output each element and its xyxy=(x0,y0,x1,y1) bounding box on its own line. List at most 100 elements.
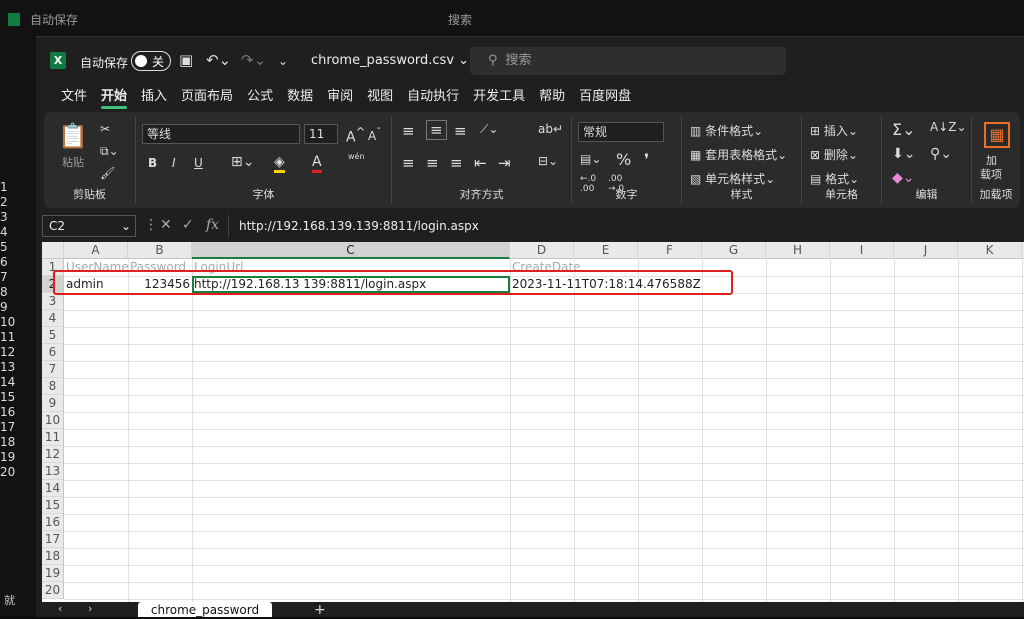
tab-1[interactable]: 开始 xyxy=(94,85,134,109)
undo-icon[interactable]: ↶⌄ xyxy=(206,51,231,69)
tab-11[interactable]: 百度网盘 xyxy=(572,85,638,109)
increase-indent-icon[interactable]: ⇥ xyxy=(498,154,511,172)
cell-styles-button[interactable]: ▧ 单元格样式⌄ xyxy=(690,170,775,187)
row-header-12[interactable]: 12 xyxy=(42,446,63,463)
wrap-text-icon[interactable]: ab↵ xyxy=(538,122,563,136)
tab-10[interactable]: 帮助 xyxy=(532,85,572,109)
accounting-format-icon[interactable]: ▤⌄ xyxy=(580,152,601,166)
tab-9[interactable]: 开发工具 xyxy=(466,85,532,109)
italic-button[interactable]: I xyxy=(172,156,176,170)
insert-function-icon[interactable]: fx xyxy=(206,217,219,233)
font-name-select[interactable]: 等线 xyxy=(142,124,300,144)
row-header-8[interactable]: 8 xyxy=(42,378,63,395)
row-header-19[interactable]: 19 xyxy=(42,565,63,582)
column-header-f[interactable]: F xyxy=(638,242,702,259)
clear-icon[interactable]: ◆⌄ xyxy=(892,170,915,186)
row-header-4[interactable]: 4 xyxy=(42,310,63,327)
delete-cells-button[interactable]: ⊠ 删除⌄ xyxy=(810,146,858,163)
tab-3[interactable]: 页面布局 xyxy=(174,85,240,109)
column-header-i[interactable]: I xyxy=(830,242,894,259)
comma-style-icon[interactable]: ❜ xyxy=(644,150,649,169)
save-icon[interactable]: ▣ xyxy=(179,51,193,69)
paste-icon[interactable]: 📋 xyxy=(58,122,88,150)
phonetic-guide-icon[interactable]: wén xyxy=(348,152,365,161)
tab-6[interactable]: 审阅 xyxy=(320,85,360,109)
more-icon[interactable]: ⋮ xyxy=(144,217,158,233)
row-header-20[interactable]: 20 xyxy=(42,582,63,599)
column-header-k[interactable]: K xyxy=(958,242,1022,259)
align-left-icon[interactable]: ≡ xyxy=(402,154,415,172)
autosum-icon[interactable]: Σ⌄ xyxy=(892,120,916,139)
fill-color-icon[interactable]: ◈ xyxy=(274,154,285,173)
sort-filter-icon[interactable]: A↓Z⌄ xyxy=(930,120,967,134)
percent-style-button[interactable]: % xyxy=(616,150,631,169)
row-header-15[interactable]: 15 xyxy=(42,497,63,514)
find-icon[interactable]: ⚲⌄ xyxy=(930,146,952,162)
select-all-corner[interactable] xyxy=(42,242,64,259)
addins-button-line2[interactable]: 载项 xyxy=(980,166,1002,182)
name-box-dropdown-icon[interactable]: ⌄ xyxy=(121,216,131,236)
align-bottom-icon[interactable]: ≡ xyxy=(454,122,467,140)
tab-7[interactable]: 视图 xyxy=(360,85,400,109)
column-header-e[interactable]: E xyxy=(574,242,638,259)
tab-5[interactable]: 数据 xyxy=(280,85,320,109)
row-header-5[interactable]: 5 xyxy=(42,327,63,344)
tab-8[interactable]: 自动执行 xyxy=(400,85,466,109)
row-header-3[interactable]: 3 xyxy=(42,293,63,310)
enter-icon[interactable]: ✓ xyxy=(182,217,194,233)
cancel-icon[interactable]: ✕ xyxy=(160,217,172,233)
row-header-17[interactable]: 17 xyxy=(42,531,63,548)
spreadsheet-grid[interactable]: ABCDEFGHIJK 1 2 3 4 5 6 7 8 9 10 11 12 13 14 15 16 17 18 1… xyxy=(42,242,1024,602)
align-middle-icon[interactable]: ≡ xyxy=(426,120,447,140)
column-header-d[interactable]: D xyxy=(510,242,574,259)
font-size-select[interactable]: 11 xyxy=(304,124,338,144)
border-icon[interactable]: ⊞⌄ xyxy=(231,154,254,170)
row-header-11[interactable]: 11 xyxy=(42,429,63,446)
column-header-g[interactable]: G xyxy=(702,242,766,259)
column-header-c[interactable]: C xyxy=(192,242,510,259)
number-format-select[interactable]: 常规 xyxy=(578,122,664,142)
column-header-j[interactable]: J xyxy=(894,242,958,259)
redo-icon[interactable]: ↷⌄ xyxy=(241,51,266,69)
tab-2[interactable]: 插入 xyxy=(134,85,174,109)
align-center-icon[interactable]: ≡ xyxy=(426,154,439,172)
column-header-a[interactable]: A xyxy=(64,242,128,259)
scroll-tabs-right-icon[interactable]: › xyxy=(88,602,92,615)
customize-qat-icon[interactable]: ⌄ xyxy=(278,54,288,68)
row-header-7[interactable]: 7 xyxy=(42,361,63,378)
increase-font-icon[interactable]: A^ xyxy=(346,125,365,146)
underline-button[interactable]: U xyxy=(194,156,203,170)
sheet-tab-chrome-password[interactable]: chrome_password xyxy=(138,602,272,617)
bold-button[interactable]: B xyxy=(148,156,157,170)
row-header-10[interactable]: 10 xyxy=(42,412,63,429)
tab-4[interactable]: 公式 xyxy=(240,85,280,109)
scroll-tabs-left-icon[interactable]: ‹ xyxy=(58,602,62,615)
tab-0[interactable]: 文件 xyxy=(54,85,94,109)
row-header-9[interactable]: 9 xyxy=(42,395,63,412)
conditional-format-button[interactable]: ▥ 条件格式⌄ xyxy=(690,122,763,139)
autosave-toggle[interactable]: 关 xyxy=(131,51,171,71)
row-header-16[interactable]: 16 xyxy=(42,514,63,531)
font-color-icon[interactable]: A xyxy=(312,154,322,173)
insert-cells-button[interactable]: ⊞ 插入⌄ xyxy=(810,122,858,139)
format-cells-button[interactable]: ▤ 格式⌄ xyxy=(810,170,859,187)
name-box[interactable]: C2 ⌄ xyxy=(42,215,136,237)
decrease-indent-icon[interactable]: ⇤ xyxy=(474,154,487,172)
addins-icon[interactable]: ▦ xyxy=(984,122,1010,148)
align-top-icon[interactable]: ≡ xyxy=(402,122,415,140)
decrease-font-icon[interactable]: Aˇ xyxy=(368,127,381,143)
merge-icon[interactable]: ⊟⌄ xyxy=(538,154,558,168)
row-header-14[interactable]: 14 xyxy=(42,480,63,497)
row-header-18[interactable]: 18 xyxy=(42,548,63,565)
orientation-icon[interactable]: ⟋⌄ xyxy=(480,122,498,137)
format-painter-icon[interactable]: 🖌 xyxy=(100,166,115,180)
document-filename[interactable]: chrome_password.csv ⌄ xyxy=(311,53,469,68)
column-header-b[interactable]: B xyxy=(128,242,192,259)
search-box[interactable]: ⚲ 搜索 xyxy=(470,47,786,75)
column-header-h[interactable]: H xyxy=(766,242,830,259)
row-header-13[interactable]: 13 xyxy=(42,463,63,480)
format-as-table-button[interactable]: ▦ 套用表格格式⌄ xyxy=(690,146,787,163)
copy-icon[interactable]: ⧉⌄ xyxy=(100,144,119,159)
align-right-icon[interactable]: ≡ xyxy=(450,154,463,172)
formula-input[interactable]: http://192.168.139.139:8811/login.aspx xyxy=(228,215,1024,237)
